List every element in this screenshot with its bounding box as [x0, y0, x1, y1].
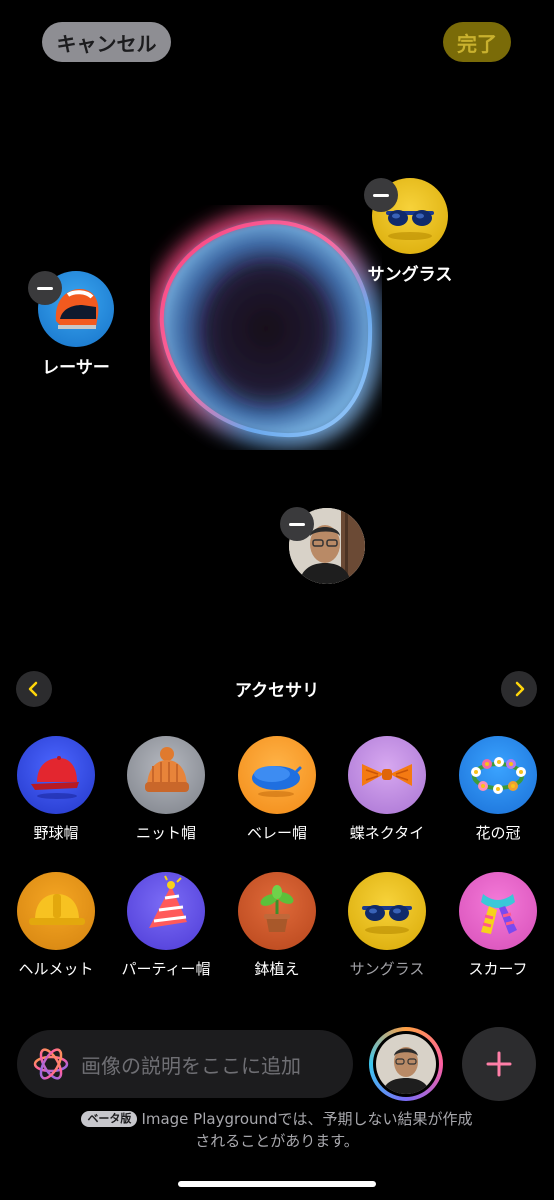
chip-sunglasses-label: サングラス	[367, 265, 453, 285]
image-playground-icon	[33, 1048, 69, 1080]
person-photo	[376, 1034, 436, 1094]
home-indicator[interactable]	[178, 1181, 376, 1187]
beta-disclaimer: ベータ版 Image Playgroundでは、予期しない結果が作成 されることが…	[0, 1108, 554, 1152]
accessory-sunglasses[interactable]: サングラス	[337, 872, 437, 979]
chip-racer-label: レーサー	[42, 358, 110, 378]
accessory-label: ベレー帽	[246, 824, 307, 842]
disclaimer-line-2: されることがあります。	[195, 1132, 359, 1150]
prompt-input[interactable]: 画像の説明をここに追加	[17, 1030, 353, 1098]
accessory-label: ニット帽	[135, 824, 196, 842]
accessory-bow-tie[interactable]: 蝶ネクタイ	[337, 736, 437, 843]
person-photo-button[interactable]	[369, 1027, 443, 1101]
potted-plant-icon	[238, 872, 316, 950]
remove-person-button[interactable]	[280, 507, 314, 541]
accessory-scarf[interactable]: スカーフ	[448, 872, 548, 979]
accessory-flower-crown[interactable]: 花の冠	[448, 736, 548, 843]
add-button[interactable]	[462, 1027, 536, 1101]
accessory-label: 野球帽	[33, 824, 79, 842]
remove-racer-button[interactable]	[28, 271, 62, 305]
cancel-button[interactable]: キャンセル	[42, 22, 171, 62]
generation-orb	[150, 211, 382, 447]
accessory-potted-plant[interactable]: 鉢植え	[227, 872, 327, 979]
accessory-baseball-cap[interactable]: 野球帽	[6, 736, 106, 843]
beret-icon	[238, 736, 316, 814]
accessory-label: 鉢植え	[254, 960, 300, 978]
accessory-label: 蝶ネクタイ	[349, 824, 425, 842]
knit-hat-icon	[127, 736, 205, 814]
accessory-knit-hat[interactable]: ニット帽	[116, 736, 216, 843]
accessory-label: スカーフ	[468, 960, 528, 978]
beta-badge: ベータ版	[81, 1111, 138, 1127]
accessory-label: パーティー帽	[121, 960, 211, 978]
prompt-placeholder: 画像の説明をここに追加	[81, 1053, 301, 1078]
plus-icon	[486, 1051, 512, 1077]
baseball-cap-icon	[17, 736, 95, 814]
accessory-hard-hat[interactable]: ヘルメット	[6, 872, 106, 979]
done-button[interactable]: 完了	[443, 22, 511, 62]
accessory-beret[interactable]: ベレー帽	[227, 736, 327, 843]
hard-hat-icon	[17, 872, 95, 950]
bow-tie-icon	[348, 736, 426, 814]
accessory-party-hat[interactable]: パーティー帽	[116, 872, 216, 979]
accessory-label: 花の冠	[475, 824, 521, 842]
accessory-label: サングラス	[349, 960, 425, 978]
disclaimer-line-1: Image Playgroundでは、予期しない結果が作成	[141, 1110, 473, 1128]
party-hat-icon	[127, 872, 205, 950]
flower-crown-icon	[459, 736, 537, 814]
scarf-icon	[459, 872, 537, 950]
category-title: アクセサリ	[234, 681, 320, 701]
accessory-label: ヘルメット	[18, 960, 94, 978]
category-next-button[interactable]	[501, 671, 537, 707]
sunglasses-icon	[348, 872, 426, 950]
remove-sunglasses-button[interactable]	[364, 178, 398, 212]
chevron-right-icon	[515, 681, 525, 697]
